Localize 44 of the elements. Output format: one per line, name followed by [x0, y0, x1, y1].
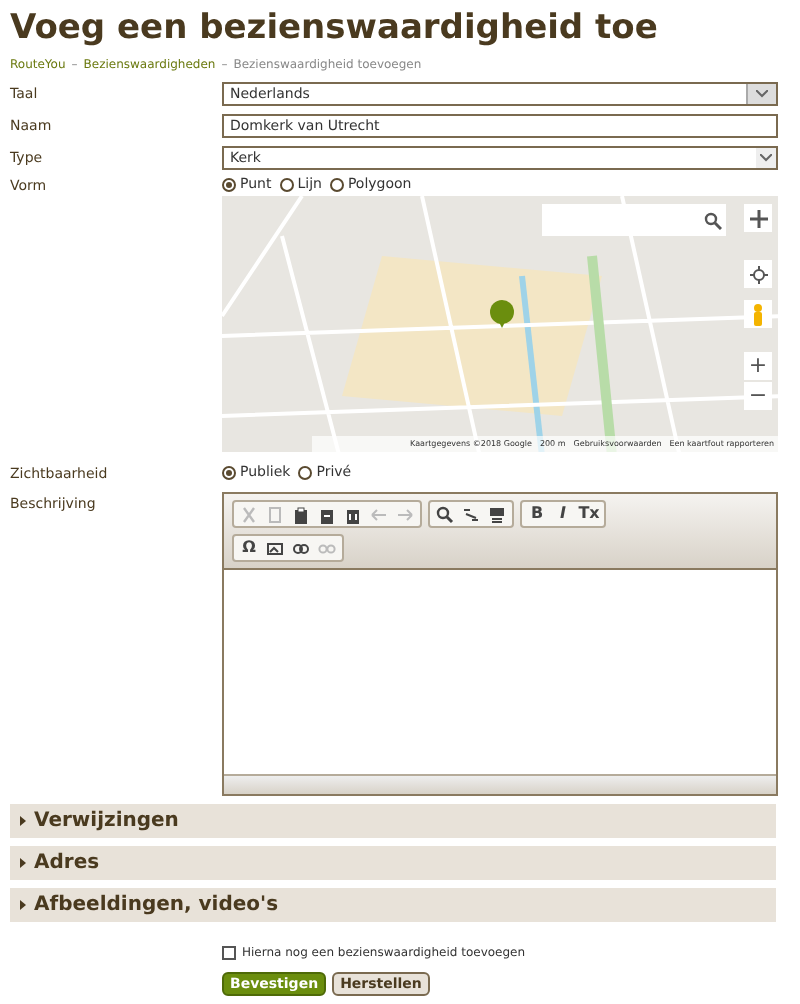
- image-icon: [266, 539, 284, 557]
- collapsible-section-header[interactable]: Verwijzingen: [10, 804, 776, 838]
- find-icon: [436, 505, 454, 523]
- special-char-button[interactable]: Ω: [236, 536, 262, 560]
- link-icon: [292, 539, 310, 557]
- template-button[interactable]: [484, 502, 510, 526]
- crosshair-icon: [749, 265, 767, 283]
- replace-icon: [462, 505, 480, 523]
- radio-button[interactable]: [329, 178, 344, 192]
- dropdown-caret-icon: [760, 154, 772, 162]
- map-control-button[interactable]: [744, 204, 772, 232]
- paste-text-icon: [318, 505, 336, 523]
- caret-icon: [18, 858, 26, 868]
- dropdown-caret-icon: [756, 90, 768, 98]
- unlink-icon: [318, 539, 336, 557]
- map-pin-icon: [490, 300, 514, 328]
- radio-button[interactable]: [222, 466, 236, 480]
- radio-button[interactable]: [279, 178, 294, 192]
- radio-button[interactable]: [298, 466, 313, 480]
- zoom-in-button[interactable]: +: [744, 352, 772, 380]
- search-icon: [704, 211, 722, 229]
- italic-button[interactable]: I: [550, 502, 576, 526]
- locate-button[interactable]: [744, 260, 772, 288]
- bold-button[interactable]: B: [524, 502, 550, 526]
- find-button[interactable]: [432, 502, 458, 526]
- collapsible-section-header[interactable]: Adres: [10, 846, 776, 880]
- zoom-out-button[interactable]: −: [744, 382, 772, 410]
- checkbox[interactable]: [222, 946, 236, 960]
- clear-format-button[interactable]: Tx: [576, 502, 602, 526]
- template-icon: [488, 505, 506, 523]
- paste-icon: [292, 505, 310, 523]
- caret-icon: [18, 816, 26, 826]
- person-icon: [752, 303, 764, 325]
- map-search-field[interactable]: [542, 204, 726, 236]
- paste-word-icon: [344, 505, 362, 523]
- copy-icon: [266, 505, 284, 523]
- radio-button[interactable]: [222, 178, 236, 192]
- move-icon: [749, 209, 767, 227]
- caret-icon: [18, 900, 26, 910]
- redo-icon: [396, 505, 414, 523]
- page-title: Voeg een bezienswaardigheid toe: [10, 6, 660, 52]
- collapsible-section-header[interactable]: Afbeeldingen, video's: [10, 888, 776, 922]
- cut-icon: [240, 505, 258, 523]
- undo-icon: [370, 505, 388, 523]
